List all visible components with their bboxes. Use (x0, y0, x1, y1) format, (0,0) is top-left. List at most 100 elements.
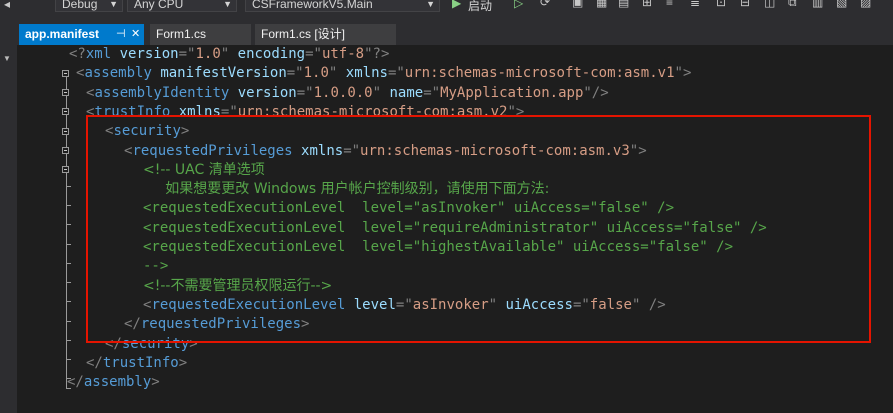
code-token: MyApplication.app (440, 84, 584, 101)
toolbar-tool-icon[interactable]: ⊟ (740, 0, 750, 8)
code-token: uiAccess (505, 296, 573, 313)
tab-form1-designer[interactable]: Form1.cs [设计] (255, 24, 396, 45)
code-line: <!--不需要管理员权限运行--> (143, 277, 332, 296)
close-icon[interactable]: ✕ (131, 24, 140, 45)
tab-label: Form1.cs (156, 27, 207, 41)
code-line: --> (143, 257, 168, 276)
outline-tick (66, 301, 71, 302)
collapse-toggle-icon[interactable] (62, 147, 69, 154)
outline-tick (66, 340, 71, 341)
code-token: encoding (237, 46, 306, 62)
tab-form1-cs[interactable]: Form1.cs (150, 24, 251, 45)
tab-label: app.manifest (25, 27, 100, 41)
code-token: <requestedExecutionLevel level="asInvoke… (143, 200, 675, 217)
code-token: =" (395, 296, 413, 313)
process-icon[interactable]: ▣ (572, 0, 583, 8)
outline-tick (66, 263, 71, 264)
start-without-debugging-icon[interactable]: ▷ (514, 0, 523, 9)
code-token: assembly (84, 65, 152, 82)
dropdown-arrow-icon[interactable]: ▼ (3, 54, 11, 63)
code-token: 1.0 (303, 65, 329, 82)
document-tab-bar: app.manifest ⊣ ✕ Form1.cs Form1.cs [设计] (17, 22, 893, 47)
start-button-label[interactable]: 启动 (468, 0, 492, 14)
toolbar-tool-icon[interactable]: ◫ (764, 0, 775, 8)
code-token: <!-- UAC 清单选项 (143, 161, 265, 178)
solution-platform-dropdown[interactable]: Any CPU ▼ (127, 0, 237, 12)
code-token: asInvoker (412, 296, 489, 313)
code-token: false (589, 296, 632, 313)
code-token: urn:schemas-microsoft-com:asm.v1 (404, 65, 675, 82)
toolbar-tool-icon[interactable]: ≡ (666, 0, 673, 8)
collapse-toggle-icon[interactable] (62, 108, 69, 115)
code-line: <assembly manifestVersion="1.0" xmlns="u… (76, 64, 691, 83)
code-token: 如果想要更改 Windows 用户帐户控制级别，请使用下面方法: (143, 181, 550, 198)
toolbar-tool-icon[interactable]: ⧉ (788, 0, 797, 8)
code-token: <? (69, 46, 86, 62)
configuration-value: Debug (62, 0, 98, 11)
vertical-scrollbar[interactable] (879, 45, 893, 413)
toolbar-tool-icon[interactable]: ▤ (618, 0, 629, 8)
code-token: =" (220, 103, 238, 120)
code-token: trustInfo (94, 103, 171, 120)
code-token: </ (86, 354, 103, 371)
code-token: urn:schemas-microsoft-com:asm.v3 (360, 142, 630, 159)
code-line: <assemblyIdentity version="1.0.0.0" name… (86, 84, 609, 103)
code-token: version (119, 46, 179, 62)
outline-tick (66, 359, 71, 360)
collapse-toggle-icon[interactable] (62, 128, 69, 135)
toolbar-tool-icon[interactable]: ≣ (690, 0, 700, 8)
code-editor[interactable]: <?xml version="1.0" encoding="utf-8"?> <a… (17, 45, 893, 413)
code-token: level (353, 296, 396, 313)
toolbar-tool-icon[interactable]: ⊞ (642, 0, 652, 8)
code-token: "> (507, 103, 525, 120)
code-token: utf-8 (321, 46, 365, 62)
code-token: =" (423, 84, 441, 101)
collapse-toggle-icon[interactable] (62, 166, 69, 173)
start-debugging-icon[interactable]: ▶ (452, 0, 461, 9)
toolbar-tool-icon[interactable]: ⊡ (716, 0, 726, 8)
code-token: =" (387, 65, 405, 82)
code-token: assemblyIdentity (94, 84, 230, 101)
code-line: <security> (105, 122, 189, 141)
outline-tick (66, 244, 71, 245)
code-token: version (237, 84, 297, 101)
hot-reload-icon[interactable]: ⟳ (540, 0, 550, 8)
toolbar-tool-icon[interactable]: ▧ (836, 0, 847, 8)
solution-configuration-dropdown[interactable]: Debug ▼ (55, 0, 123, 12)
code-token: xmlns (345, 65, 388, 82)
outline-tick (66, 282, 71, 283)
pin-icon[interactable]: ⊣ (116, 24, 126, 45)
code-token: > (180, 123, 190, 140)
code-token: =" (572, 296, 590, 313)
code-token: </ (105, 335, 122, 352)
code-line: <?xml version="1.0" encoding="utf-8"?> (69, 45, 389, 64)
code-token: name (389, 84, 424, 101)
outline-tick (66, 321, 71, 322)
code-token: /> (648, 296, 666, 313)
code-token: "> (629, 142, 647, 159)
toolbar-tool-icon[interactable]: ▨ (860, 0, 871, 8)
code-token: " (488, 296, 498, 313)
collapse-toggle-icon[interactable] (62, 70, 69, 77)
code-token: =" (343, 142, 361, 159)
toolbar-tool-icon[interactable]: ▦ (596, 0, 607, 8)
startup-project-dropdown[interactable]: CSFrameworkV5.Main ▼ (245, 0, 440, 12)
toolbar-overflow-icon[interactable]: ◂ (4, 0, 10, 10)
collapse-toggle-icon[interactable] (62, 89, 69, 96)
tab-app-manifest[interactable]: app.manifest ⊣ ✕ (19, 24, 144, 45)
toolbar: ◂ Debug ▼ Any CPU ▼ CSFrameworkV5.Main ▼… (0, 0, 893, 23)
code-token: security (121, 335, 190, 352)
code-line: </security> (105, 335, 198, 354)
outline-tick (66, 224, 71, 225)
code-token: =" (296, 84, 314, 101)
code-token: 1.0.0.0 (313, 84, 373, 101)
toolbar-tool-icon[interactable]: ▥ (812, 0, 823, 8)
code-token: </ (67, 374, 84, 391)
code-token: xml (85, 46, 112, 62)
code-token: "/> (583, 84, 609, 101)
